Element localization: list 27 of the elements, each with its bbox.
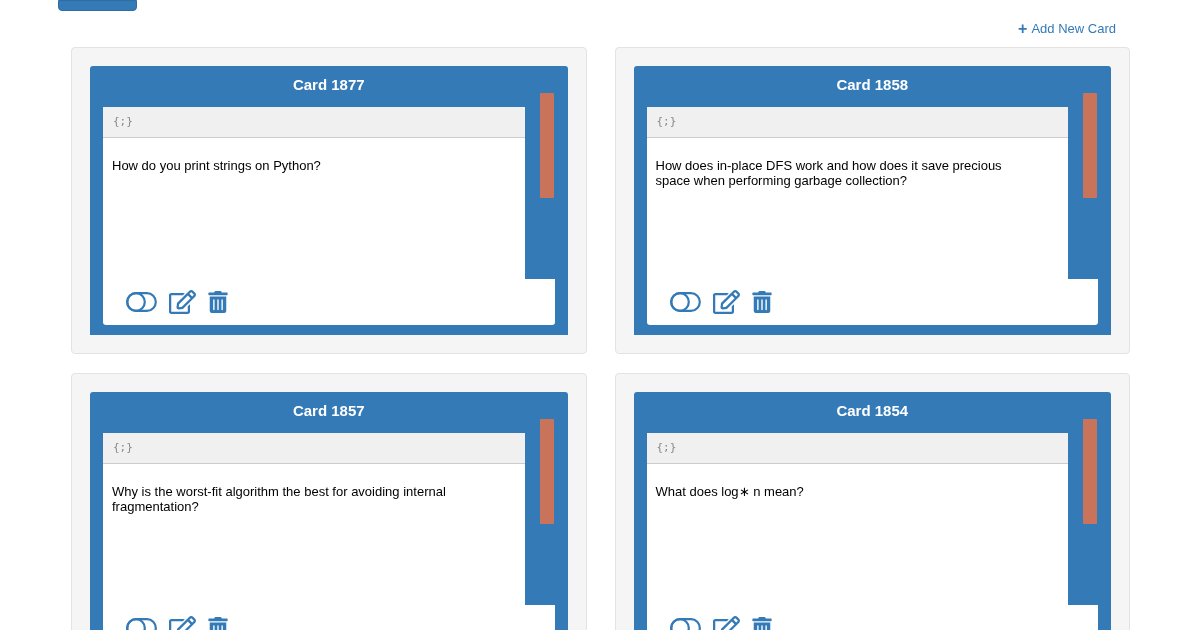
editor[interactable]: {;} How do you print strings on Python? bbox=[103, 107, 525, 279]
question-text: What does log∗ n mean? bbox=[654, 483, 805, 499]
code-toggle-label[interactable]: {;} bbox=[656, 439, 677, 457]
trash-icon[interactable] bbox=[751, 291, 772, 313]
editor[interactable]: {;} Why is the worst-fit algorithm the best for avoiding internal fragmentation? bbox=[103, 433, 525, 605]
add-card-link[interactable]: + Add New Card bbox=[1018, 20, 1116, 38]
code-toggle-label[interactable]: {;} bbox=[113, 113, 133, 131]
toggle-icon[interactable] bbox=[126, 292, 157, 312]
code-toggle-label[interactable]: {;} bbox=[113, 439, 133, 457]
trash-icon[interactable] bbox=[208, 291, 228, 313]
question-text: How do you print strings on Python? bbox=[111, 157, 322, 173]
scrollbar-thumb[interactable] bbox=[1083, 93, 1097, 198]
edit-icon[interactable] bbox=[712, 290, 740, 314]
toggle-icon[interactable] bbox=[669, 292, 701, 312]
scrollbar-thumb[interactable] bbox=[539, 93, 554, 198]
card-title: Card 1877 bbox=[291, 75, 366, 95]
edit-icon[interactable] bbox=[169, 290, 196, 314]
editor[interactable]: {;} What does log∗ n mean? bbox=[646, 433, 1068, 605]
question-text: How does in-place DFS work and how does it save precious space when performing garbage collection? bbox=[654, 157, 1003, 188]
code-toggle-label[interactable]: {;} bbox=[656, 113, 677, 131]
scrollbar-thumb[interactable] bbox=[1083, 419, 1097, 524]
card-title: Card 1854 bbox=[835, 401, 910, 421]
card-title: Card 1858 bbox=[835, 75, 910, 95]
card-title: Card 1857 bbox=[291, 401, 366, 421]
editor[interactable]: {;} How does in-place DFS work and how does it save precious space when performing garbage collection? bbox=[646, 107, 1068, 279]
question-text: Why is the worst-fit algorithm the best for avoiding internal fragmentation? bbox=[111, 483, 447, 514]
scrollbar-thumb[interactable] bbox=[539, 419, 554, 524]
